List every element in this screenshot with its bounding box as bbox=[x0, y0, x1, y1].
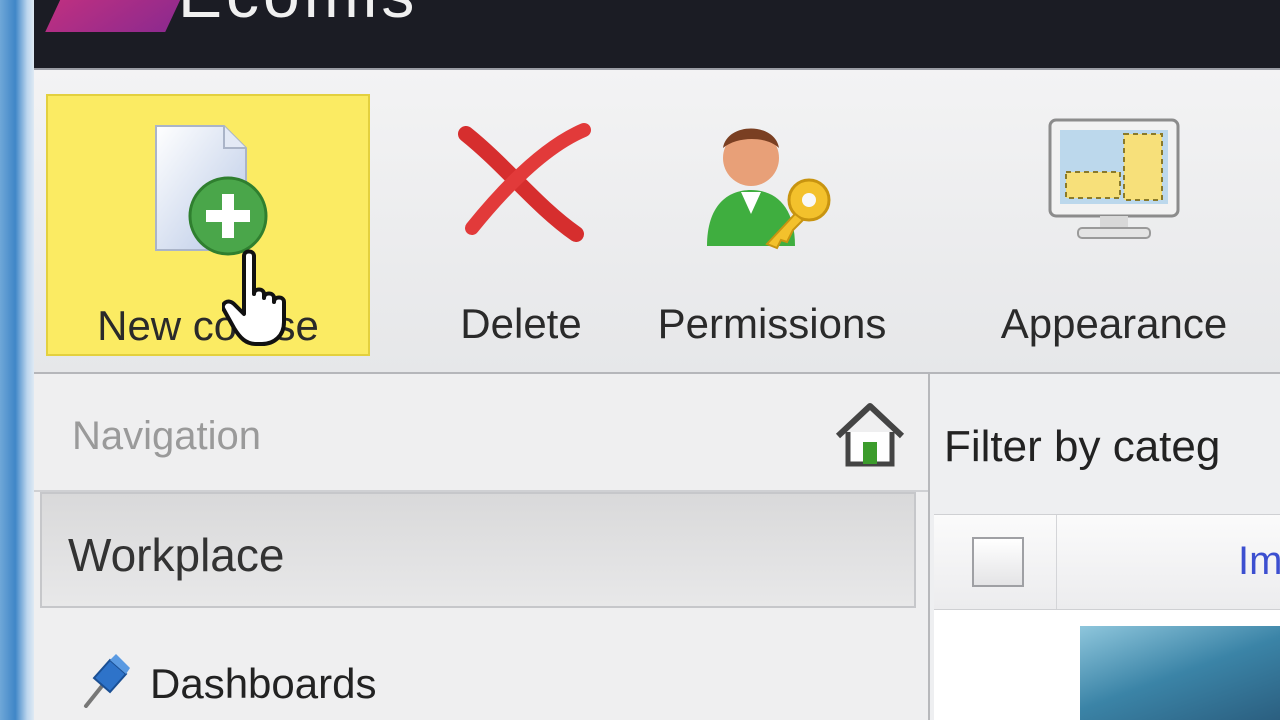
pushpin-icon bbox=[80, 652, 130, 713]
red-x-icon bbox=[446, 116, 596, 251]
new-course-button[interactable]: New course bbox=[46, 94, 370, 356]
workplace-label: Workplace bbox=[68, 529, 285, 581]
appearance-button[interactable]: Appearance bbox=[974, 94, 1254, 352]
appearance-label: Appearance bbox=[1000, 300, 1228, 347]
toolbar: New course Delete Permissions Appearance bbox=[34, 70, 1280, 374]
select-all-checkbox[interactable] bbox=[972, 537, 1024, 587]
home-icon bbox=[832, 403, 908, 474]
column-divider bbox=[1056, 515, 1057, 609]
new-course-label: New course bbox=[97, 302, 319, 349]
nav-item-dashboards[interactable]: Dashboards bbox=[80, 642, 580, 712]
delete-button[interactable]: Delete bbox=[406, 94, 636, 352]
navigation-title: Navigation bbox=[72, 414, 262, 458]
permissions-button[interactable]: Permissions bbox=[632, 94, 912, 352]
home-button[interactable] bbox=[832, 400, 908, 470]
workplace-section[interactable]: Workplace bbox=[40, 492, 916, 608]
window-frame-edge bbox=[0, 0, 34, 720]
app-header: Ecomis bbox=[34, 0, 1280, 70]
filter-by-category-label: Filter by categ bbox=[944, 422, 1221, 471]
brand-name: Ecomis bbox=[178, 0, 418, 32]
monitor-layout-icon bbox=[1044, 116, 1184, 251]
column-header-image[interactable]: Im bbox=[1238, 539, 1280, 584]
content-panel: Filter by categ Im bbox=[930, 374, 1280, 720]
hand-cursor-icon bbox=[221, 248, 302, 353]
course-thumbnail[interactable] bbox=[1080, 626, 1280, 720]
dashboards-label: Dashboards bbox=[150, 660, 377, 707]
delete-label: Delete bbox=[460, 300, 582, 347]
brand-logo bbox=[45, 0, 199, 32]
table-row[interactable] bbox=[934, 610, 1280, 720]
navigation-panel: Navigation Workplace Dashboards bbox=[34, 374, 930, 720]
user-key-icon bbox=[697, 116, 847, 261]
permissions-label: Permissions bbox=[657, 300, 887, 347]
grid-header: Im bbox=[934, 514, 1280, 610]
